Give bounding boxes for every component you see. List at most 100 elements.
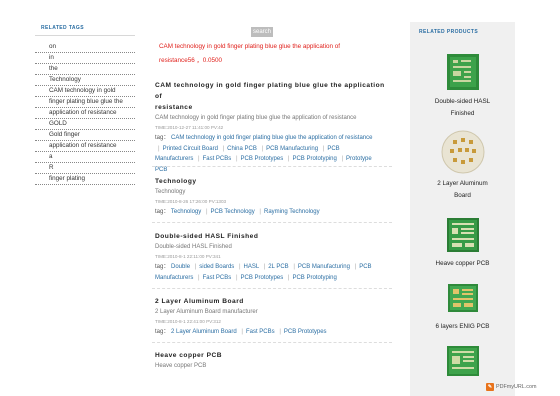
article-tag-link[interactable]: HASL [244,264,259,270]
tag-link[interactable]: CAM technology in gold [35,86,135,97]
article-tag-link[interactable]: PCB Prototyping [292,275,336,281]
article-summary: CAM technology in gold finger plating bl… [155,115,357,121]
article-tag-link[interactable]: PCB Prototypes [241,156,284,162]
article-tag-link[interactable]: PCB Technology [211,209,255,215]
product-card[interactable] [410,346,515,376]
article-summary: Heave copper PCB [155,363,207,369]
divider [152,342,392,343]
article-title[interactable]: Heave copper PCB [155,350,392,361]
related-products-title: RELATED PRODUCTS [419,29,479,35]
green-pcb-board-icon[interactable] [446,346,479,376]
related-products-panel: RELATED PRODUCTS Double-sided HASL Finis… [410,22,515,396]
article-tags-row: | Printed Circuit Board | China PCB | PCB M… [158,145,340,152]
article-item: Technology Technology TIME:2010-8-26 17:… [155,176,392,218]
article-tag-link[interactable]: Fast PCBs [246,329,275,335]
green-pcb-board-icon[interactable] [447,284,478,312]
article-tag-link[interactable]: Technology [171,209,201,215]
product-caption[interactable]: 2 Layer Aluminum [410,178,515,190]
product-card[interactable]: Double-sided HASL Finished [410,54,515,120]
tag-link[interactable]: the [35,64,135,75]
tag-link[interactable]: GOLD [35,119,135,130]
pdfmyurl-text[interactable]: PDFmyURL.com [496,384,536,390]
article-title[interactable]: Technology [155,176,392,187]
pdfmyurl-badge[interactable]: ✎ PDFmyURL.com [486,382,536,391]
product-caption[interactable]: Double-sided HASL [410,96,515,108]
article-tags: tag： Technology | PCB Technology | Rayming… [155,209,320,215]
tag-link[interactable]: R [35,163,135,174]
article-item: Double-sided HASL Finished Double-sided … [155,231,392,283]
article-item: CAM technology in gold finger plating bl… [155,80,392,175]
article-tag-link[interactable]: PCB Prototypes [241,275,284,281]
divider [152,222,392,223]
product-caption[interactable]: Heave copper PCB [410,258,515,270]
article-summary: Technology [155,189,186,195]
search-result-highlight-cont: resistance56 ，0.0500 [159,57,223,64]
divider [152,288,392,289]
tag-link[interactable]: on [35,42,135,53]
article-tag-link[interactable]: sided Boards [199,264,234,270]
divider [152,166,392,167]
search-result-highlight[interactable]: CAM technology in gold finger plating bl… [159,43,340,50]
product-card[interactable]: Heave copper PCB [410,218,515,270]
product-card[interactable]: 2 Layer Aluminum Board [410,130,515,202]
article-tag-link[interactable]: PCB Manufacturing [266,146,318,152]
article-tag-link[interactable]: Manufacturers [155,275,193,281]
article-tag-link[interactable]: China PCB [227,146,257,152]
article-tag-link[interactable]: Double [171,264,190,270]
article-summary: 2 Layer Aluminum Board manufacturer [155,309,258,315]
tag-link[interactable]: finger plating [35,174,135,185]
article-tag-link[interactable]: PCB Manufacturing [298,264,350,270]
article-title-cont[interactable]: resistance [155,102,392,113]
article-title[interactable]: Double-sided HASL Finished [155,231,392,242]
product-caption-cont[interactable]: Finished [410,108,515,120]
tag-link[interactable]: in [35,53,135,64]
article-tag-link[interactable]: PCB Prototypes [284,329,327,335]
article-title[interactable]: CAM technology in gold finger plating bl… [155,80,392,102]
article-tag-link[interactable]: Prototype [346,156,372,162]
tags-label: tag： [155,264,170,270]
article-tags: tag： 2 Layer Aluminum Board | Fast PCBs |… [155,329,327,335]
tag-link[interactable]: finger plating blue glue the [35,97,135,108]
related-tags-panel: RELATED TAGS on in the Technology CAM te… [35,22,135,185]
article-tag-link[interactable]: Rayming Technology [264,209,320,215]
article-tags: tag： CAM technology in gold finger plati… [155,133,392,144]
product-caption-cont[interactable]: Board [410,190,515,202]
tag-link[interactable]: application of resistance [35,108,135,119]
article-tag-link[interactable]: CAM technology in gold finger plating bl… [171,135,372,141]
tag-link[interactable]: Technology [35,75,135,86]
article-tag-link[interactable]: 2 Layer Aluminum Board [171,329,237,335]
article-meta: TIME:2010-8-1 22:41:00 PV:312 [155,319,221,324]
article-summary: Double-sided HASL Finished [155,244,232,250]
article-meta: TIME:2010-8-1 22:11:00 PV:341 [155,254,221,259]
article-tags-row: Manufacturers | Fast PCBs | PCB Prototypes… [155,274,337,281]
article-meta: TIME:2010-8-26 17:26:00 PV:1303 [155,199,227,204]
article-tags: tag： Double | sided Boards | HASL | 2L PCB … [155,264,372,270]
article-tag-link[interactable]: 2L PCB [268,264,288,270]
search-button[interactable]: search [251,27,273,37]
product-caption[interactable]: 6 layers ENIG PCB [410,321,515,333]
article-item: Heave copper PCB Heave copper PCB [155,350,392,371]
related-tags-title: RELATED TAGS [35,22,135,36]
article-tags-row: Manufacturers | Fast PCBs | PCB Prototypes… [155,156,372,162]
tags-label: tag： [155,329,170,335]
pdf-icon: ✎ [486,382,494,391]
article-tag-link[interactable]: PCB [359,264,371,270]
tag-link[interactable]: Gold finger [35,130,135,141]
tag-link[interactable]: a [35,152,135,163]
green-pcb-board-icon[interactable] [446,218,479,252]
green-pcb-board-icon[interactable] [446,54,479,90]
article-tag-link[interactable]: PCB [327,146,339,152]
article-meta: TIME:2010-12-27 11:41:00 PV:42 [155,125,224,130]
article-tag-link[interactable]: Fast PCBs [203,156,232,162]
product-card[interactable]: 6 layers ENIG PCB [410,284,515,333]
article-title[interactable]: 2 Layer Aluminum Board [155,296,392,307]
article-tag-link[interactable]: PCB [155,167,167,173]
round-aluminum-pcb-icon[interactable] [441,130,485,174]
article-tag-link[interactable]: PCB Prototyping [292,156,336,162]
article-tag-link[interactable]: Fast PCBs [203,275,232,281]
tag-link[interactable]: application of resistance [35,141,135,152]
article-tag-link[interactable]: Manufacturers [155,156,193,162]
related-tags-list: on in the Technology CAM technology in g… [35,42,135,185]
article-item: 2 Layer Aluminum Board 2 Layer Aluminum … [155,296,392,338]
article-tag-link[interactable]: Printed Circuit Board [163,146,218,152]
